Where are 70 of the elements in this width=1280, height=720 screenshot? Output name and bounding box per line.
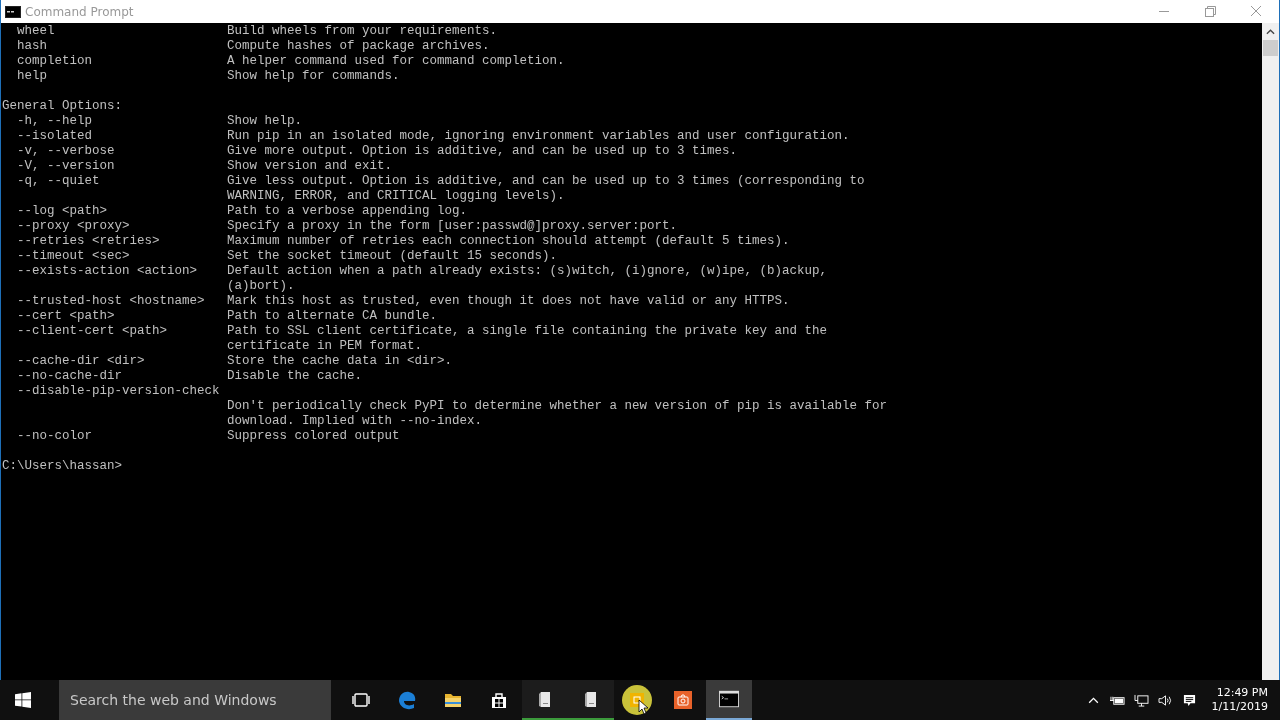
- console-icon: [5, 5, 21, 18]
- option-name: --proxy <proxy>: [17, 219, 130, 233]
- option-description: Show help.: [227, 114, 302, 129]
- option-name: --no-color: [17, 429, 92, 443]
- scroll-up-icon[interactable]: [1266, 29, 1275, 35]
- option-name: --timeout <sec>: [17, 249, 130, 263]
- option-name: --isolated: [17, 129, 92, 143]
- option-description: Path to a verbose appending log.: [227, 204, 468, 219]
- option-description: Maximum number of retries each connection should attempt (default 5 times).: [227, 234, 790, 249]
- start-icon[interactable]: [15, 692, 31, 708]
- notification-icon[interactable]: [1181, 693, 1197, 707]
- option-description: Mark this host as trusted, even though it does not have valid or any HTTPS.: [227, 294, 790, 309]
- app-icon: [622, 685, 652, 715]
- option-name: completion: [17, 54, 92, 68]
- clock-time: 12:49 PM: [1216, 686, 1268, 700]
- option-name: --log <path>: [17, 204, 107, 218]
- taskbar-button[interactable]: [706, 680, 752, 720]
- option-name: --cert <path>: [17, 309, 115, 323]
- option-description: (a)bort).: [227, 279, 295, 294]
- option-description: A helper command used for command completion.: [227, 54, 565, 69]
- store-icon: [489, 690, 509, 710]
- option-name: --trusted-host <hostname>: [17, 294, 205, 308]
- option-name: --cache-dir <dir>: [17, 354, 145, 368]
- scroll-thumb[interactable]: [1263, 40, 1278, 56]
- search-field[interactable]: Search the web and Windows: [59, 680, 331, 720]
- option-description: Don't periodically check PyPI to determine whether a new version of pip is available for: [227, 399, 888, 414]
- taskbar-button[interactable]: [522, 680, 568, 720]
- option-name: -q, --quiet: [17, 174, 100, 188]
- option-name: -V, --version: [17, 159, 115, 173]
- clock-date: 1/11/2019: [1211, 700, 1268, 714]
- option-name: --client-cert <path>: [17, 324, 168, 338]
- option-name: -h, --help: [17, 114, 92, 128]
- option-name: --exists-action <action>: [17, 264, 198, 278]
- option-name: --disable-pip-version-check: [17, 384, 220, 398]
- section-heading: General Options:: [2, 99, 123, 114]
- taskbar-button[interactable]: [568, 680, 614, 720]
- option-description: Path to alternate CA bundle.: [227, 309, 438, 324]
- option-description: download. Implied with --no-index.: [227, 414, 483, 429]
- option-description: Give less output. Option is additive, and can be used up to 3 times (corresponding to: [227, 174, 865, 189]
- option-description: Build wheels from your requirements.: [227, 24, 498, 39]
- option-description: Compute hashes of package archives.: [227, 39, 490, 54]
- window-title: Command Prompt: [25, 4, 134, 19]
- command-prompt: C:\Users\hassan>: [2, 459, 123, 474]
- option-description: Store the cache data in <dir>.: [227, 354, 453, 369]
- option-description: Show version and exit.: [227, 159, 393, 174]
- scrollbar[interactable]: [1262, 23, 1279, 680]
- option-name: --no-cache-dir: [17, 369, 123, 383]
- option-description: Path to SSL client certificate, a single file containing the private key and the: [227, 324, 828, 339]
- option-description: Run pip in an isolated mode, ignoring environment variables and user configuration.: [227, 129, 850, 144]
- option-name: hash: [17, 39, 47, 53]
- task-view-icon: [351, 690, 371, 710]
- option-description: Disable the cache.: [227, 369, 363, 384]
- option-name: -v, --verbose: [17, 144, 115, 158]
- option-description: certificate in PEM format.: [227, 339, 423, 354]
- edge-icon: [397, 690, 417, 710]
- option-description: WARNING, ERROR, and CRITICAL logging levels).: [227, 189, 565, 204]
- option-name: help: [17, 69, 47, 83]
- network-icon[interactable]: [1133, 693, 1149, 707]
- option-description: Show help for commands.: [227, 69, 400, 84]
- option-description: Specify a proxy in the form [user:passwd@]proxy.server:port.: [227, 219, 678, 234]
- option-name: wheel: [17, 24, 55, 38]
- option-description: Give more output. Option is additive, and can be used up to 3 times.: [227, 144, 738, 159]
- option-name: --retries <retries>: [17, 234, 160, 248]
- option-description: Suppress colored output: [227, 429, 400, 444]
- camera-icon: [673, 690, 693, 710]
- clock[interactable]: 12:49 PM 1/11/2019: [1211, 686, 1268, 714]
- volume-icon[interactable]: [1157, 693, 1173, 707]
- console-icon: [719, 689, 739, 709]
- option-description: Default action when a path already exists: (s)witch, (i)gnore, (w)ipe, (b)ackup,: [227, 264, 828, 279]
- option-description: Set the socket timeout (default 15 seconds).: [227, 249, 558, 264]
